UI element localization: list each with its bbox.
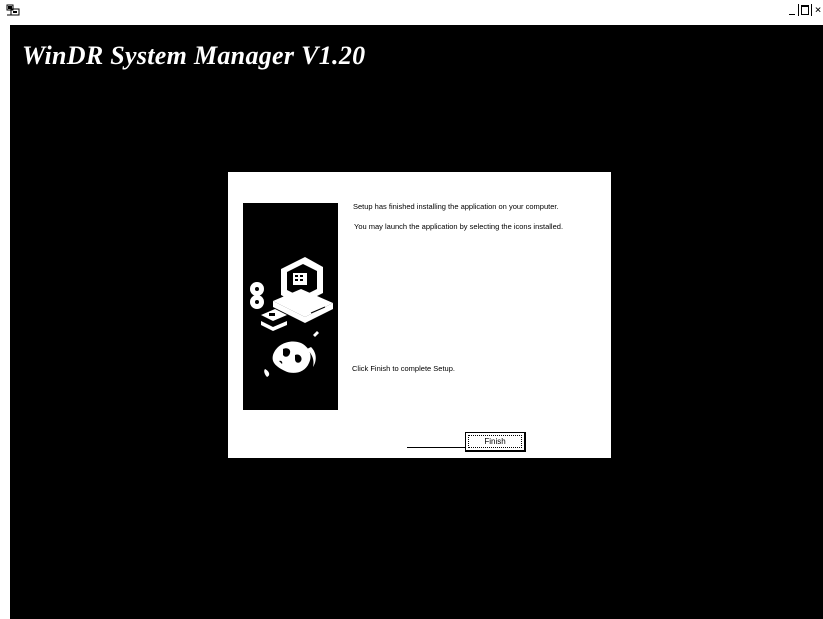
setup-finished-message: Setup has finished installing the applic…: [353, 202, 559, 211]
window-title-bar[interactable]: ×: [0, 0, 823, 21]
click-finish-message: Click Finish to complete Setup.: [352, 364, 455, 373]
finish-button[interactable]: Finish: [465, 432, 526, 452]
setup-icon[interactable]: [6, 3, 20, 17]
setup-illustration-panel: [243, 203, 338, 410]
control-divider: [798, 4, 799, 16]
close-icon[interactable]: ×: [813, 3, 823, 17]
minimize-icon[interactable]: [787, 3, 797, 17]
launch-instructions-message: You may launch the application by select…: [354, 222, 564, 231]
control-divider: [811, 4, 812, 16]
maximize-icon[interactable]: [800, 3, 810, 17]
window-controls: ×: [787, 3, 823, 17]
computer-disks-globe-illustration: [250, 257, 333, 377]
setup-complete-dialog: Setup has finished installing the applic…: [228, 172, 611, 458]
app-title: WinDR System Manager V1.20: [22, 41, 366, 70]
finish-button-label: Finish: [468, 435, 522, 448]
button-area-divider: [407, 447, 465, 448]
